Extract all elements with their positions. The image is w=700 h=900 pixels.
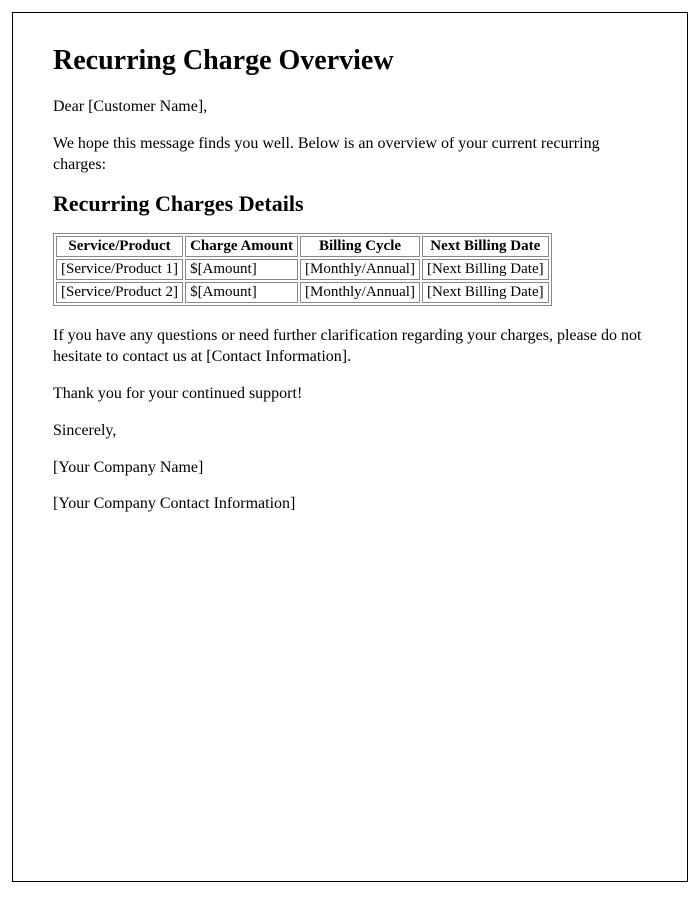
header-service: Service/Product [56, 236, 183, 257]
cell-amount: $[Amount] [185, 282, 298, 303]
details-heading: Recurring Charges Details [53, 191, 647, 217]
cell-amount: $[Amount] [185, 259, 298, 280]
document-page: Recurring Charge Overview Dear [Customer… [12, 12, 688, 882]
contact-note: If you have any questions or need furthe… [53, 326, 647, 368]
cell-service: [Service/Product 1] [56, 259, 183, 280]
cell-cycle: [Monthly/Annual] [300, 259, 420, 280]
company-contact: [Your Company Contact Information] [53, 494, 647, 515]
thanks-text: Thank you for your continued support! [53, 384, 647, 405]
page-title: Recurring Charge Overview [53, 45, 647, 77]
cell-cycle: [Monthly/Annual] [300, 282, 420, 303]
cell-next: [Next Billing Date] [422, 282, 549, 303]
header-next: Next Billing Date [422, 236, 549, 257]
greeting-text: Dear [Customer Name], [53, 97, 647, 118]
charges-table: Service/Product Charge Amount Billing Cy… [53, 233, 552, 306]
table-row: [Service/Product 2] $[Amount] [Monthly/A… [56, 282, 549, 303]
header-cycle: Billing Cycle [300, 236, 420, 257]
header-amount: Charge Amount [185, 236, 298, 257]
table-header-row: Service/Product Charge Amount Billing Cy… [56, 236, 549, 257]
cell-next: [Next Billing Date] [422, 259, 549, 280]
signoff-text: Sincerely, [53, 421, 647, 442]
intro-text: We hope this message finds you well. Bel… [53, 134, 647, 176]
company-name: [Your Company Name] [53, 458, 647, 479]
table-row: [Service/Product 1] $[Amount] [Monthly/A… [56, 259, 549, 280]
cell-service: [Service/Product 2] [56, 282, 183, 303]
